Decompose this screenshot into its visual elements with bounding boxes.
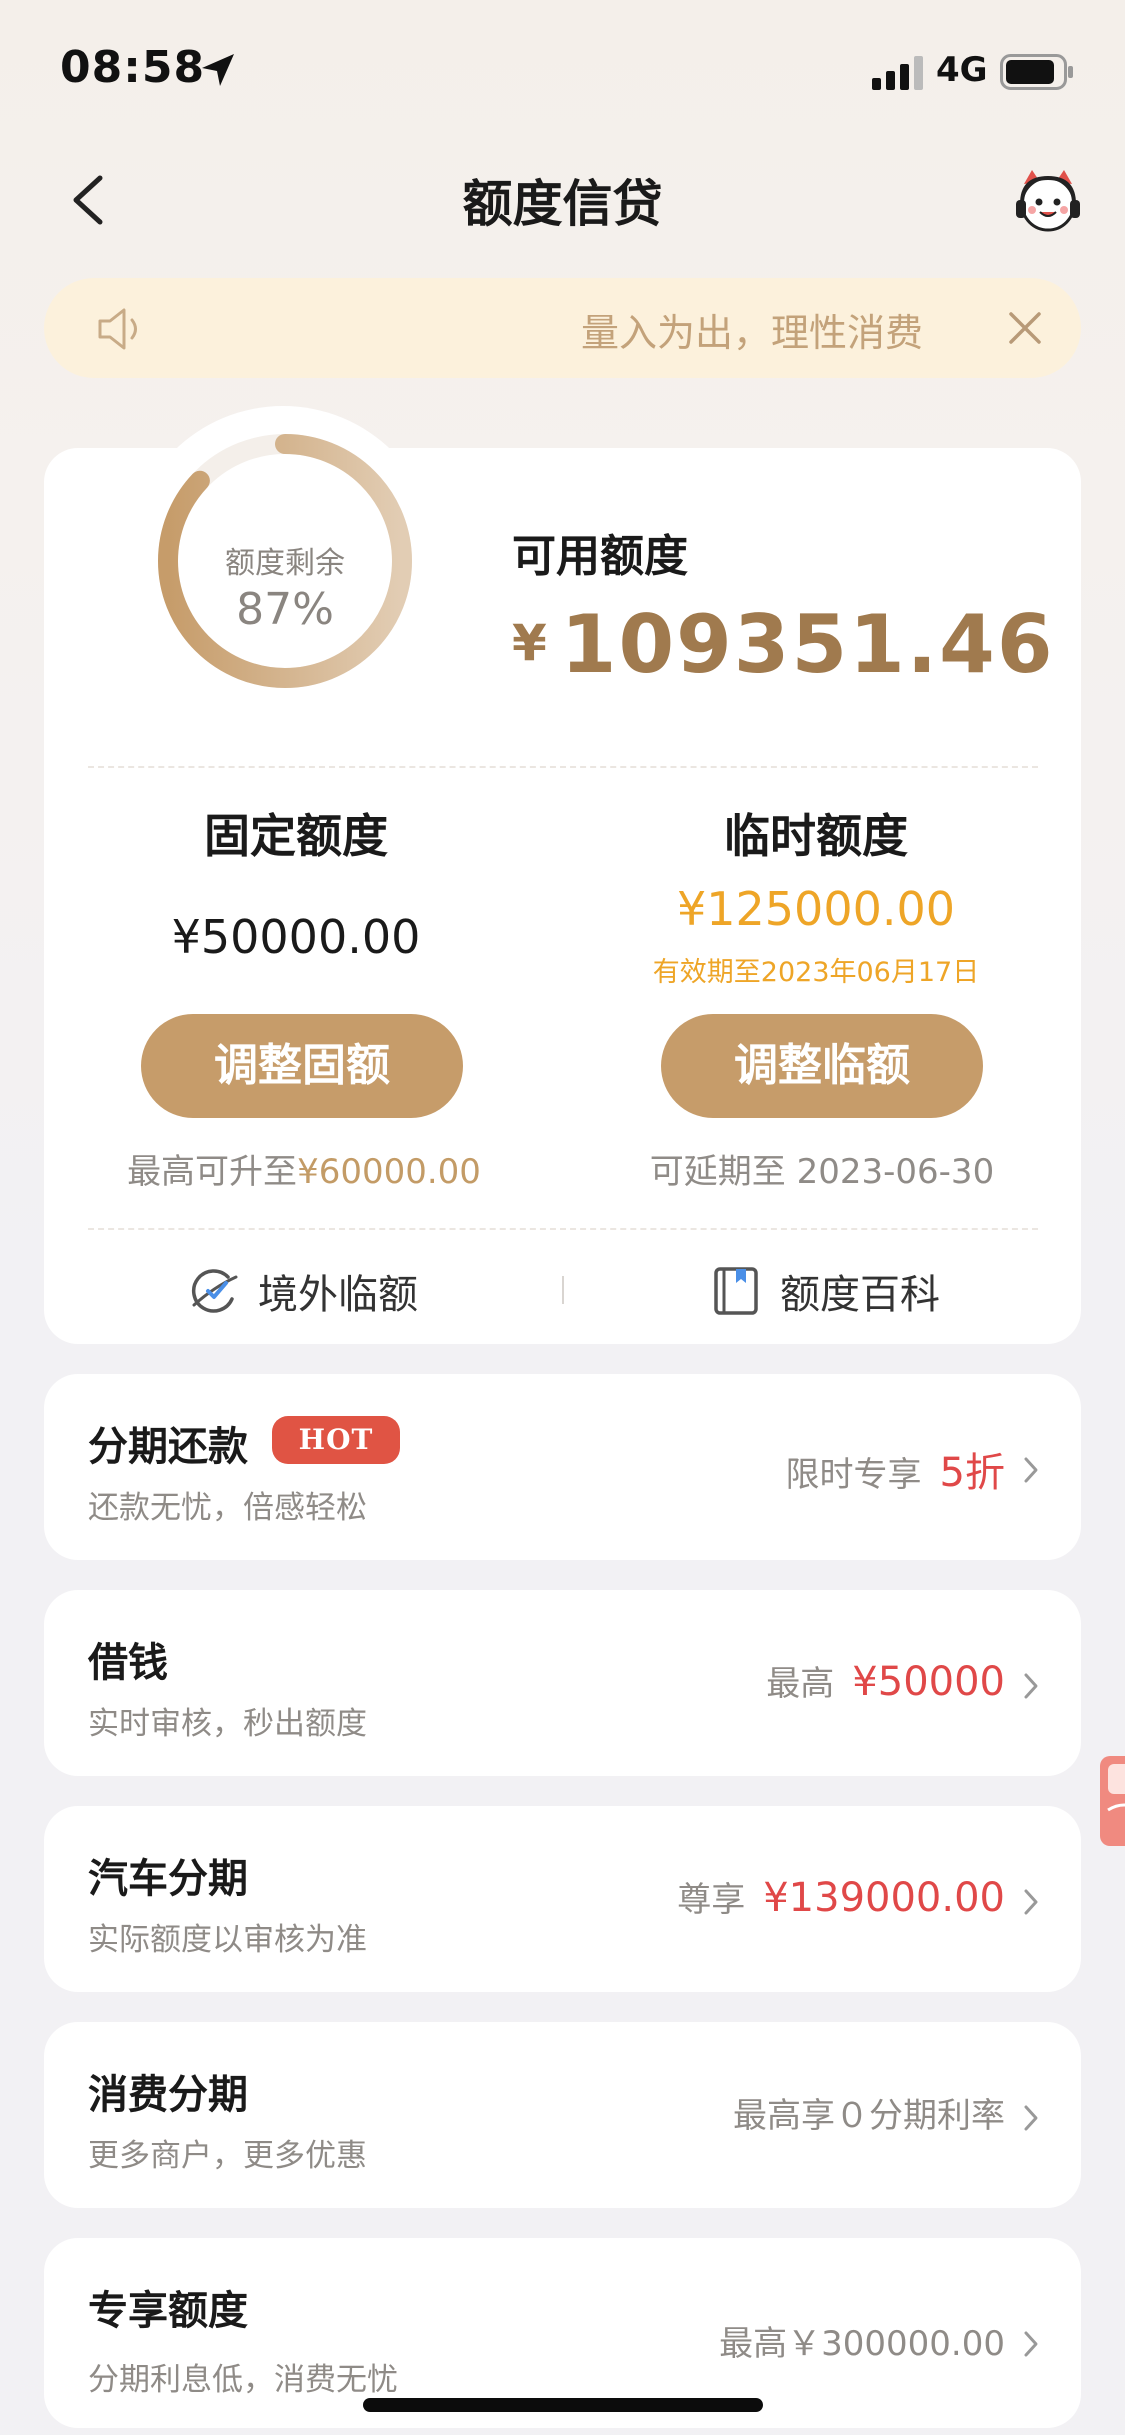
overseas-icon bbox=[191, 1269, 238, 1313]
fixed-limit-title: 固定额度 bbox=[204, 809, 388, 863]
temporary-limit-column: 临时额度 bbox=[616, 800, 1016, 866]
service-offer: 最高 ¥50000 bbox=[766, 1656, 1005, 1705]
chevron-right-icon bbox=[1024, 2105, 1038, 2131]
offer-value: 5折 bbox=[939, 1450, 1005, 1496]
home-indicator bbox=[363, 2398, 763, 2412]
network-type: 4G bbox=[936, 50, 988, 90]
credit-limit-page: 08:58 4G 额度信贷 量入为出，理性消费 额度剩余 87% 可用额度 ¥ … bbox=[0, 0, 1125, 2435]
temporary-limit-amount: ¥125000.00 bbox=[676, 882, 956, 936]
service-offer: 最高享０分期利率 bbox=[733, 2088, 1005, 2137]
offer-value: ¥50000 bbox=[852, 1659, 1005, 1705]
available-amount-value: 109351.46 bbox=[560, 598, 1055, 691]
offer-value: ¥139000.00 bbox=[763, 1875, 1005, 1921]
service-item-borrow[interactable]: 借钱 实时审核，秒出额度 最高 ¥50000 bbox=[44, 1590, 1081, 1776]
service-title: 汽车分期 bbox=[88, 1856, 248, 1902]
temporary-limit-validity: 有效期至2023年06月17日 bbox=[652, 957, 980, 988]
fixed-limit-column: 固定额度 bbox=[96, 800, 496, 866]
service-subtitle: 还款无忧，倍感轻松 bbox=[88, 1490, 367, 1526]
chevron-right-icon bbox=[1024, 2331, 1038, 2357]
currency-symbol: ¥ bbox=[512, 614, 547, 672]
speaker-icon bbox=[98, 308, 137, 350]
notice-banner: 量入为出，理性消费 bbox=[44, 278, 1081, 378]
service-item-consumer-installment[interactable]: 消费分期 更多商户，更多优惠 最高享０分期利率 bbox=[44, 2022, 1081, 2208]
service-item-installment-repayment[interactable]: 分期还款 HOT 还款无忧，倍感轻松 限时专享 5折 bbox=[44, 1374, 1081, 1560]
service-title: 分期还款 bbox=[88, 1424, 248, 1470]
fixed-note-prefix: 最高可升至 bbox=[127, 1152, 298, 1192]
nav-bar: 额度信贷 bbox=[0, 140, 1125, 260]
divider bbox=[88, 1228, 1038, 1230]
ring-percent: 87% bbox=[236, 584, 334, 635]
service-offer: 限时专享 5折 bbox=[786, 1440, 1005, 1498]
adjust-temporary-limit-button[interactable]: 调整临额 bbox=[661, 1014, 983, 1118]
service-subtitle: 分期利息低，消费无忧 bbox=[88, 2362, 398, 2398]
battery-icon bbox=[1000, 54, 1073, 90]
link-divider bbox=[562, 1276, 564, 1304]
divider bbox=[88, 766, 1038, 768]
customer-service-icon[interactable] bbox=[1010, 164, 1086, 240]
offer-prefix: 尊享 bbox=[677, 1880, 746, 1920]
close-icon[interactable] bbox=[1003, 306, 1047, 350]
fixed-limit-note: 最高可升至¥60000.00 bbox=[44, 1144, 564, 1193]
fixed-limit-amount: ¥50000.00 bbox=[171, 910, 421, 964]
notice-text: 量入为出，理性消费 bbox=[580, 311, 923, 355]
available-limit-amount: ¥109351.46 bbox=[512, 598, 1055, 691]
service-subtitle: 实时审核，秒出额度 bbox=[88, 1706, 367, 1742]
overseas-label: 境外临额 bbox=[258, 1272, 418, 1318]
page-title: 额度信贷 bbox=[462, 175, 663, 233]
chevron-right-icon bbox=[1024, 1889, 1038, 1915]
chevron-right-icon bbox=[1024, 1457, 1038, 1483]
wiki-label: 额度百科 bbox=[780, 1272, 940, 1318]
service-subtitle: 实际额度以审核为准 bbox=[88, 1922, 367, 1958]
status-time: 08:58 bbox=[60, 42, 206, 93]
service-offer: 尊享 ¥139000.00 bbox=[677, 1872, 1005, 1921]
service-item-car-installment[interactable]: 汽车分期 实际额度以审核为准 尊享 ¥139000.00 bbox=[44, 1806, 1081, 1992]
fixed-note-value: ¥60000.00 bbox=[297, 1152, 481, 1192]
offer-prefix: 最高 bbox=[766, 1664, 835, 1704]
book-icon bbox=[714, 1267, 758, 1315]
temporary-limit-title: 临时额度 bbox=[724, 809, 908, 863]
temporary-limit-note: 可延期至 2023-06-30 bbox=[649, 1152, 995, 1192]
available-limit-label: 可用额度 bbox=[512, 531, 688, 582]
service-subtitle: 更多商户，更多优惠 bbox=[88, 2138, 367, 2174]
offer-prefix: 限时专享 bbox=[785, 1455, 922, 1495]
overseas-temp-limit-link[interactable]: 境外临额 bbox=[188, 1256, 418, 1326]
limit-wiki-link[interactable]: 额度百科 bbox=[710, 1256, 940, 1326]
location-arrow-icon bbox=[202, 54, 234, 86]
service-title: 消费分期 bbox=[88, 2072, 248, 2118]
offer-text: 最高￥300000.00 bbox=[719, 2324, 1005, 2364]
service-offer: 最高￥300000.00 bbox=[719, 2316, 1005, 2365]
offer-text: 最高享０分期利率 bbox=[733, 2096, 1005, 2136]
status-bar: 08:58 4G bbox=[0, 0, 1125, 140]
ring-caption: 额度剩余 bbox=[225, 546, 345, 581]
chevron-right-icon bbox=[1024, 1673, 1038, 1699]
service-title: 借钱 bbox=[88, 1640, 168, 1686]
floating-promo-icon[interactable] bbox=[1094, 1750, 1125, 1850]
credit-summary-card: 额度剩余 87% 可用额度 ¥109351.46 固定额度 临时额度 ¥5000… bbox=[44, 406, 1081, 1344]
signal-icon bbox=[872, 56, 923, 90]
adjust-fixed-limit-button[interactable]: 调整固额 bbox=[141, 1014, 463, 1118]
service-title: 专享额度 bbox=[88, 2288, 248, 2334]
hot-badge: HOT bbox=[272, 1416, 400, 1464]
